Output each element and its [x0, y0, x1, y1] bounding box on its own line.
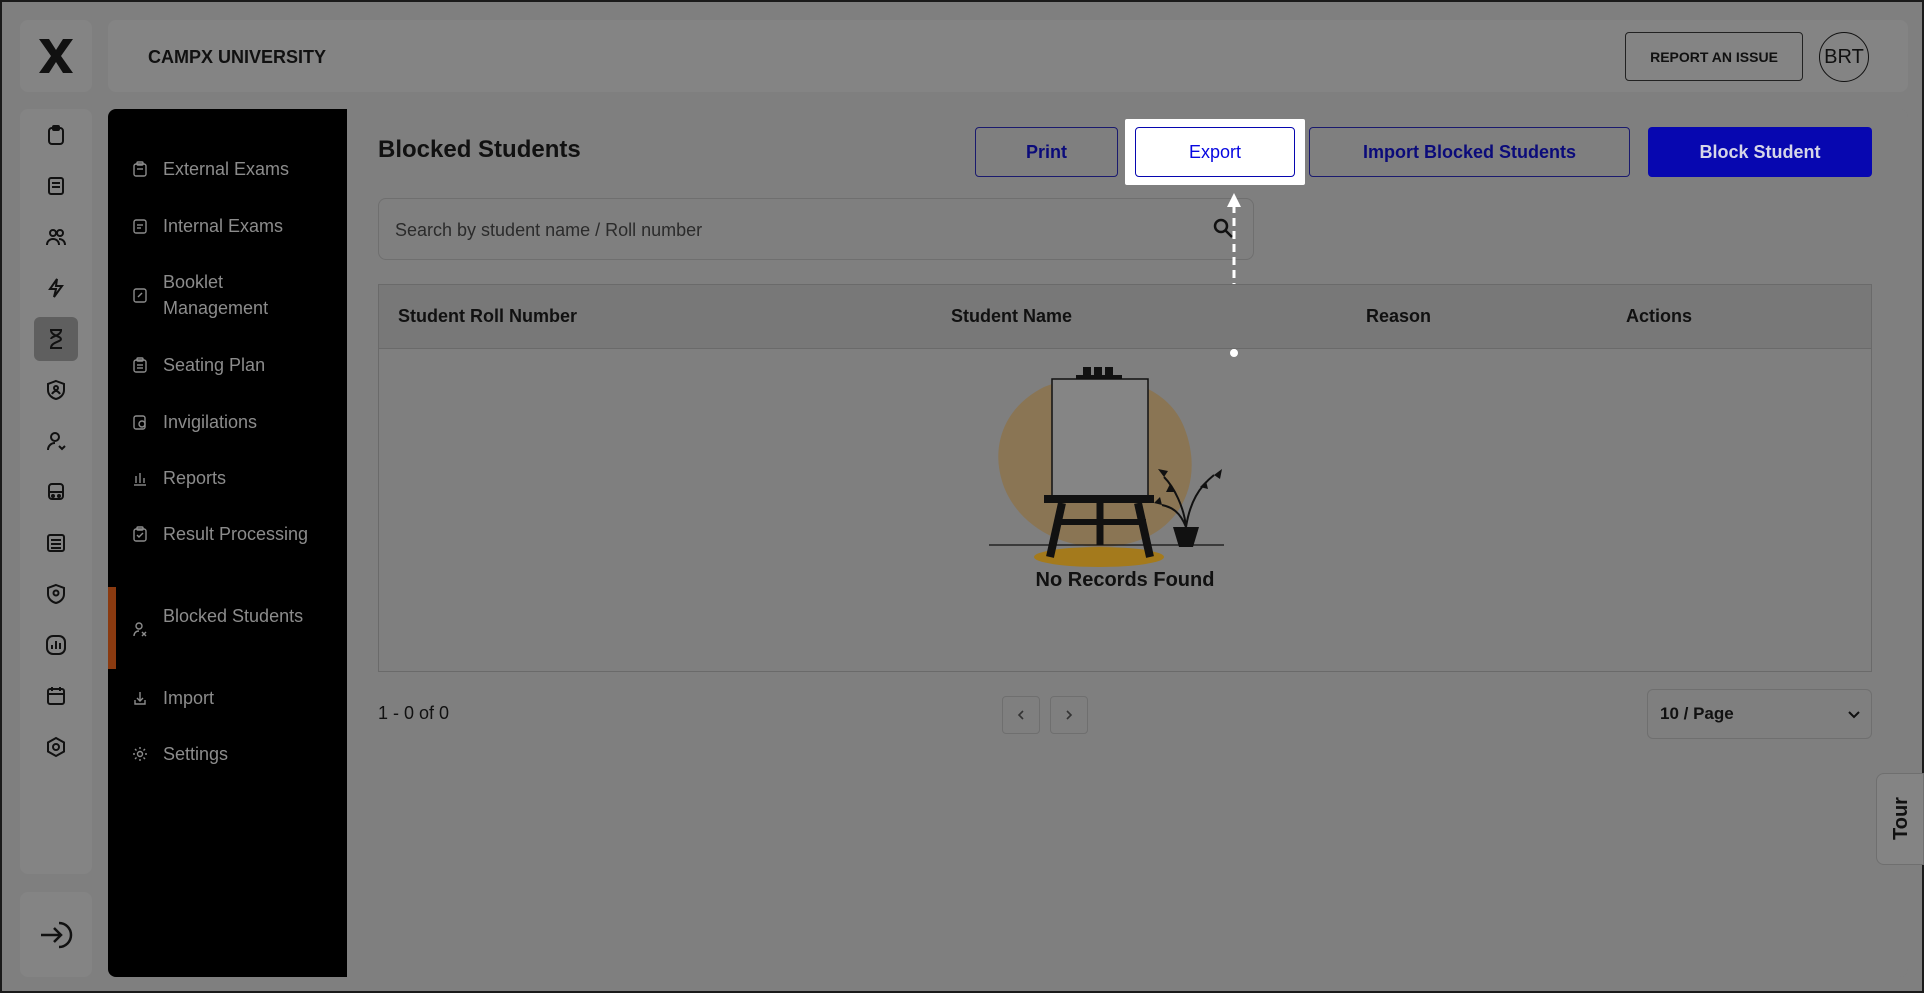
icon-rail [20, 109, 92, 874]
export-button[interactable]: Export [1135, 127, 1295, 177]
university-name: CAMPX UNIVERSITY [148, 47, 327, 67]
top-header: CAMPX UNIVERSITY REPORT AN ISSUE BRT [108, 20, 1908, 92]
user-refresh-icon[interactable] [34, 419, 78, 463]
sidebar-item-label: Import [163, 688, 215, 708]
ledger-icon[interactable] [34, 521, 78, 565]
hourglass-icon[interactable] [34, 317, 78, 361]
gear-icon [133, 747, 147, 761]
chevron-down-icon [1848, 711, 1860, 719]
lightning-icon[interactable] [34, 266, 78, 310]
sidebar-item-label: Internal Exams [163, 216, 284, 236]
clipboard-check-icon [133, 526, 147, 542]
column-header[interactable]: Reason [1366, 306, 1431, 327]
sidebar-item-label: Reports [163, 468, 227, 488]
campx-logo-icon [39, 39, 73, 73]
chart-icon[interactable] [34, 623, 78, 667]
hexagon-settings-icon[interactable] [34, 725, 78, 769]
main-panel: Blocked Students Print Export Import Blo… [347, 109, 1908, 977]
report-issue-button[interactable]: REPORT AN ISSUE [1625, 32, 1803, 81]
sidebar-item-label: Blocked Students [163, 606, 304, 626]
search-input[interactable] [395, 217, 1195, 243]
table-header: Student Roll Number Student Name Reason … [379, 285, 1871, 349]
sidebar-item-label: Result Processing [163, 524, 309, 544]
doc-search-icon [133, 415, 146, 430]
search-box [378, 198, 1254, 260]
empty-state-illustration [989, 367, 1224, 567]
tour-label: Tour [1890, 797, 1912, 840]
calendar-icon[interactable] [34, 674, 78, 718]
bus-icon[interactable] [34, 470, 78, 514]
column-header[interactable]: Student Name [951, 306, 1072, 327]
page-size-value: 10 / Page [1660, 704, 1734, 723]
sidebar-item-label: Booklet Management [163, 272, 269, 318]
pagination-range: 1 - 0 of 0 [378, 703, 450, 723]
chevron-right-icon [1066, 710, 1073, 720]
book-icon[interactable] [34, 164, 78, 208]
block-student-button[interactable]: Block Student [1648, 127, 1872, 177]
prev-page-button[interactable] [1002, 696, 1040, 734]
empty-state-text: No Records Found [1035, 569, 1215, 591]
tour-tab[interactable]: Tour [1876, 773, 1924, 865]
column-header: Actions [1626, 306, 1693, 326]
exam-sidebar: External Exams Internal Exams Booklet Ma… [108, 109, 347, 977]
document-icon [133, 219, 147, 234]
sidebar-item-label: Settings [163, 744, 229, 764]
import-blocked-students-button[interactable]: Import Blocked Students [1309, 127, 1630, 177]
logout-button[interactable] [20, 892, 92, 977]
page-title: Blocked Students [378, 136, 581, 163]
column-header[interactable]: Student Roll Number [398, 306, 577, 327]
users-icon[interactable] [34, 215, 78, 259]
chevron-left-icon [1017, 710, 1024, 720]
sidebar-item-label: Seating Plan [163, 355, 266, 375]
clipboard-list-icon [133, 357, 147, 373]
download-icon [134, 692, 146, 705]
sidebar-item-label: Invigilations [163, 412, 258, 432]
blocked-students-table: Student Roll Number Student Name Reason … [378, 284, 1872, 672]
clipboard-icon[interactable] [34, 113, 78, 157]
clipboard-icon [133, 161, 147, 177]
booklet-icon [133, 288, 147, 303]
avatar[interactable]: BRT [1819, 32, 1869, 82]
logo-tile[interactable] [20, 20, 92, 92]
user-block-icon [133, 622, 147, 637]
next-page-button[interactable] [1050, 696, 1088, 734]
print-button[interactable]: Print [975, 127, 1118, 177]
sidebar-item-label: External Exams [163, 159, 290, 179]
bar-chart-icon [134, 473, 146, 486]
shield-location-icon[interactable] [34, 572, 78, 616]
logout-icon [41, 921, 73, 948]
shield-user-icon[interactable] [34, 368, 78, 412]
page-size-select[interactable]: 10 / Page [1647, 689, 1872, 739]
active-item-marker [108, 587, 116, 669]
